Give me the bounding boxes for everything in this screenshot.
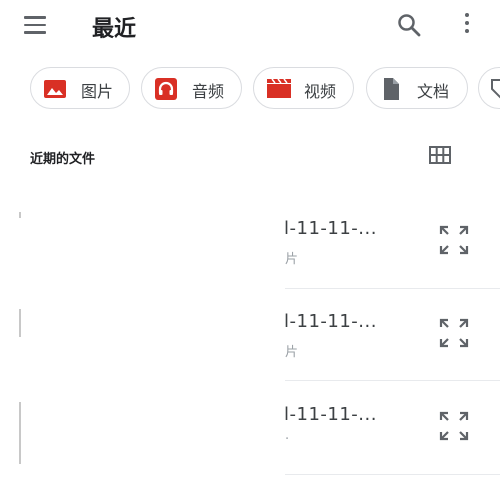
chip-images[interactable]: 图片 [30,67,130,109]
category-chips: 图片 音频 视频 文档 [0,63,500,113]
file-row[interactable]: l-11-11-... 片 [0,295,500,385]
file-thumbnail [19,402,21,464]
chip-audio-label: 音频 [192,82,225,101]
expand-icon[interactable] [438,317,470,349]
page-title: 最近 [92,17,137,42]
menu-icon[interactable] [24,16,46,34]
expand-icon[interactable] [438,224,470,256]
chip-video-label: 视频 [304,82,337,101]
top-app-bar: 最近 [0,0,500,52]
file-row[interactable]: l-11-11-... · [0,388,500,478]
more-vert-icon[interactable] [460,13,474,37]
headphones-icon [154,77,178,101]
image-icon [43,77,67,101]
chip-more[interactable] [478,67,500,109]
row-divider [285,380,500,381]
movie-icon [266,77,291,101]
file-subtitle: 片 [285,252,299,267]
recent-files-heading: 近期的文件 [30,152,96,167]
file-thumbnail [19,309,21,337]
chip-audio[interactable]: 音频 [141,67,242,109]
grid-view-icon[interactable] [428,145,452,165]
chip-video[interactable]: 视频 [253,67,354,109]
chip-documents[interactable]: 文档 [366,67,468,109]
file-name: l-11-11-... [284,218,377,239]
expand-icon[interactable] [438,410,470,442]
tag-icon [489,77,500,101]
row-divider [285,474,500,475]
file-subtitle: · [285,432,290,447]
chip-images-label: 图片 [81,82,114,101]
row-divider [285,288,500,289]
file-subtitle: 片 [285,345,299,360]
search-icon[interactable] [396,12,422,38]
chip-documents-label: 文档 [417,82,450,101]
file-row[interactable]: l-11-11-... 片 [0,200,500,290]
file-thumbnail [19,212,21,218]
file-name: l-11-11-... [284,404,377,425]
document-icon [379,77,403,101]
file-name: l-11-11-... [284,311,377,332]
